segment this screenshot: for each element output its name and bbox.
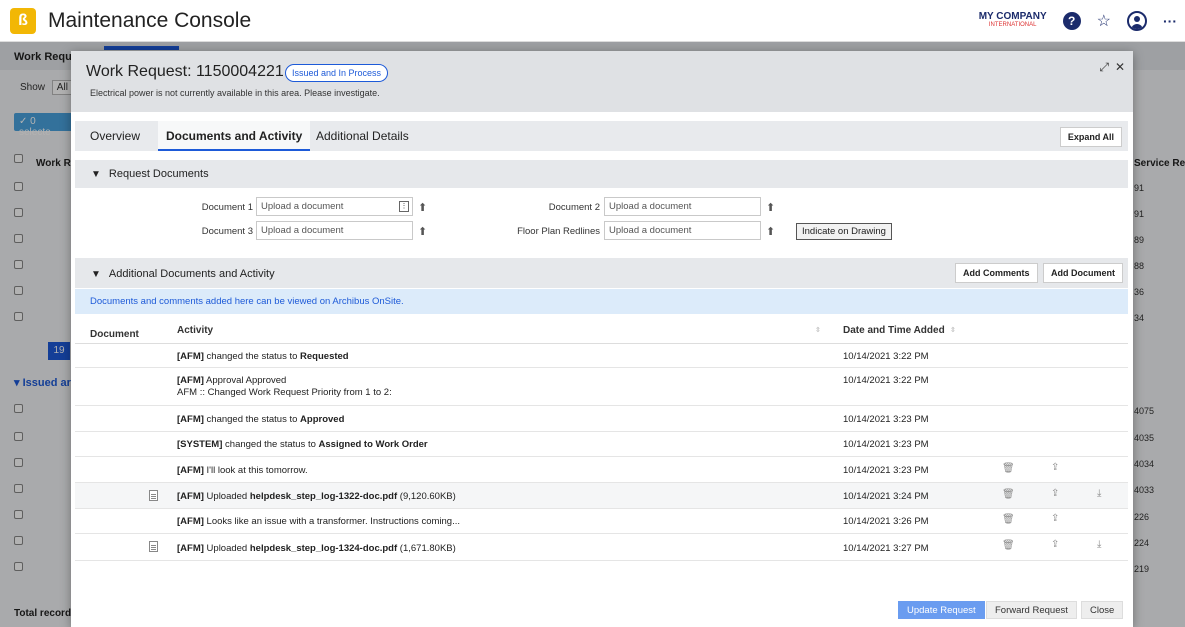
- status-badge: Issued and In Process: [285, 64, 389, 82]
- company-logo: MY COMPANY INTERNATIONAL: [979, 12, 1047, 30]
- activity-text: [AFM] Approval Approved: [177, 375, 287, 386]
- additional-documents-title: ▼ Additional Documents and Activity: [91, 268, 275, 280]
- sort-icon[interactable]: ⇳: [950, 326, 956, 334]
- company-name: MY COMPANY: [978, 11, 1047, 22]
- delete-icon[interactable]: 🗑: [1002, 514, 1015, 525]
- activity-row: [AFM] changed the status to Requested 10…: [75, 344, 1128, 368]
- activity-row: [AFM] changed the status to Approved 10/…: [75, 406, 1128, 432]
- activity-date: 10/14/2021 3:22 PM: [843, 375, 929, 386]
- header-actions: MY COMPANY INTERNATIONAL ? ☆ ···: [979, 0, 1177, 42]
- user-avatar-icon[interactable]: [1127, 11, 1147, 31]
- dialog-title: Work Request: 1150004221: [86, 63, 284, 80]
- upload-arrow-icon[interactable]: ⬆: [418, 225, 427, 238]
- dialog-tabs: Overview Documents and Activity Addition…: [75, 121, 1128, 151]
- delete-icon[interactable]: 🗑: [1002, 463, 1015, 474]
- forward-request-button[interactable]: Forward Request: [986, 601, 1077, 619]
- share-icon[interactable]: ⇪: [1051, 462, 1059, 473]
- download-icon[interactable]: ⤓: [1097, 539, 1101, 550]
- tab-overview[interactable]: Overview: [90, 121, 140, 151]
- request-description: Electrical power is not currently availa…: [90, 88, 380, 98]
- document-icon[interactable]: [149, 490, 158, 501]
- activity-date: 10/14/2021 3:26 PM: [843, 516, 929, 527]
- share-icon[interactable]: ⇪: [1051, 488, 1059, 499]
- activity-row: [AFM] Uploaded helpdesk_step_log-1322-do…: [75, 483, 1128, 509]
- add-document-button[interactable]: Add Document: [1043, 263, 1123, 283]
- info-message: Documents and comments added here can be…: [75, 289, 1128, 314]
- upload-arrow-icon[interactable]: ⬆: [766, 225, 775, 238]
- activity-row: [SYSTEM] changed the status to Assigned …: [75, 432, 1128, 457]
- document-2-label: Document 2: [548, 202, 600, 213]
- add-comments-button[interactable]: Add Comments: [955, 263, 1038, 283]
- dialog-header: Work Request: 1150004221 Issued and In P…: [71, 51, 1133, 112]
- activity-row: [AFM] I'll look at this tomorrow. 10/14/…: [75, 457, 1128, 483]
- document-3-label: Document 3: [201, 226, 253, 237]
- work-request-dialog: Work Request: 1150004221 Issued and In P…: [71, 51, 1133, 627]
- activity-row: [AFM] Approval Approved AFM :: Changed W…: [75, 368, 1128, 406]
- update-request-button[interactable]: Update Request: [898, 601, 985, 619]
- tab-additional-details[interactable]: Additional Details: [316, 121, 409, 151]
- activity-text: [AFM] changed the status to Requested: [177, 351, 349, 362]
- activity-text: [AFM] Uploaded helpdesk_step_log-1324-do…: [177, 543, 456, 554]
- app-header: ß Maintenance Console MY COMPANY INTERNA…: [0, 0, 1185, 42]
- activity-text: [SYSTEM] changed the status to Assigned …: [177, 439, 428, 450]
- activity-text: [AFM] changed the status to Approved: [177, 414, 345, 425]
- upload-arrow-icon[interactable]: ⬆: [418, 201, 427, 214]
- document-1-field[interactable]: Upload a document: [256, 197, 413, 216]
- tab-documents-and-activity[interactable]: Documents and Activity: [158, 121, 311, 151]
- document-3-field[interactable]: Upload a document: [256, 221, 413, 240]
- chevron-down-icon: ▼: [91, 269, 101, 280]
- col-document: Document: [90, 329, 139, 340]
- floor-plan-redlines-field[interactable]: Upload a document: [604, 221, 761, 240]
- activity-date: 10/14/2021 3:22 PM: [843, 351, 929, 362]
- indicate-on-drawing-button[interactable]: Indicate on Drawing: [796, 223, 892, 240]
- additional-documents-header[interactable]: ▼ Additional Documents and Activity Add C…: [75, 258, 1128, 288]
- activity-text: [AFM] Uploaded helpdesk_step_log-1322-do…: [177, 491, 456, 502]
- col-date-time-added[interactable]: Date and Time Added: [843, 325, 945, 336]
- company-subtitle: INTERNATIONAL: [988, 22, 1037, 28]
- expand-all-button[interactable]: Expand All: [1059, 127, 1122, 147]
- help-icon[interactable]: ?: [1062, 12, 1081, 30]
- document-icon: ⋮: [399, 201, 409, 212]
- download-icon[interactable]: ⤓: [1097, 488, 1101, 499]
- activity-date: 10/14/2021 3:24 PM: [843, 491, 929, 502]
- sort-icon[interactable]: ⇳: [815, 326, 821, 334]
- activity-date: 10/14/2021 3:23 PM: [843, 439, 929, 450]
- activity-date: 10/14/2021 3:23 PM: [843, 414, 929, 425]
- activity-detail: AFM :: Changed Work Request Priority fro…: [177, 387, 392, 398]
- document-icon[interactable]: [149, 541, 158, 552]
- close-icon[interactable]: ✕: [1115, 60, 1125, 75]
- col-activity[interactable]: Activity: [177, 325, 213, 336]
- dialog-controls: ⤢ ✕: [1099, 60, 1125, 75]
- share-icon[interactable]: ⇪: [1051, 513, 1059, 524]
- delete-icon[interactable]: 🗑: [1002, 540, 1015, 551]
- document-2-field[interactable]: Upload a document: [604, 197, 761, 216]
- activity-row: [AFM] Looks like an issue with a transfo…: [75, 509, 1128, 534]
- chevron-down-icon: ▼: [91, 169, 101, 180]
- activity-date: 10/14/2021 3:27 PM: [843, 543, 929, 554]
- request-documents-header[interactable]: ▼ Request Documents: [75, 160, 1128, 188]
- activity-date: 10/14/2021 3:23 PM: [843, 465, 929, 476]
- close-button[interactable]: Close: [1081, 601, 1124, 619]
- activity-text: [AFM] Looks like an issue with a transfo…: [177, 516, 460, 527]
- activity-text: [AFM] I'll look at this tomorrow.: [177, 465, 308, 476]
- app-title: Maintenance Console: [48, 8, 252, 32]
- floor-plan-redlines-label: Floor Plan Redlines: [517, 226, 600, 237]
- more-menu-icon[interactable]: ···: [1163, 13, 1177, 29]
- app-logo-icon[interactable]: ß: [10, 7, 36, 34]
- favorites-icon[interactable]: ☆: [1097, 11, 1111, 31]
- request-documents-title: ▼ Request Documents: [91, 168, 209, 180]
- activity-row: [AFM] Uploaded helpdesk_step_log-1324-do…: [75, 534, 1128, 561]
- share-icon[interactable]: ⇪: [1051, 539, 1059, 550]
- delete-icon[interactable]: 🗑: [1002, 489, 1015, 500]
- document-1-label: Document 1: [201, 202, 253, 213]
- upload-arrow-icon[interactable]: ⬆: [766, 201, 775, 214]
- maximize-icon[interactable]: ⤢: [1099, 60, 1109, 75]
